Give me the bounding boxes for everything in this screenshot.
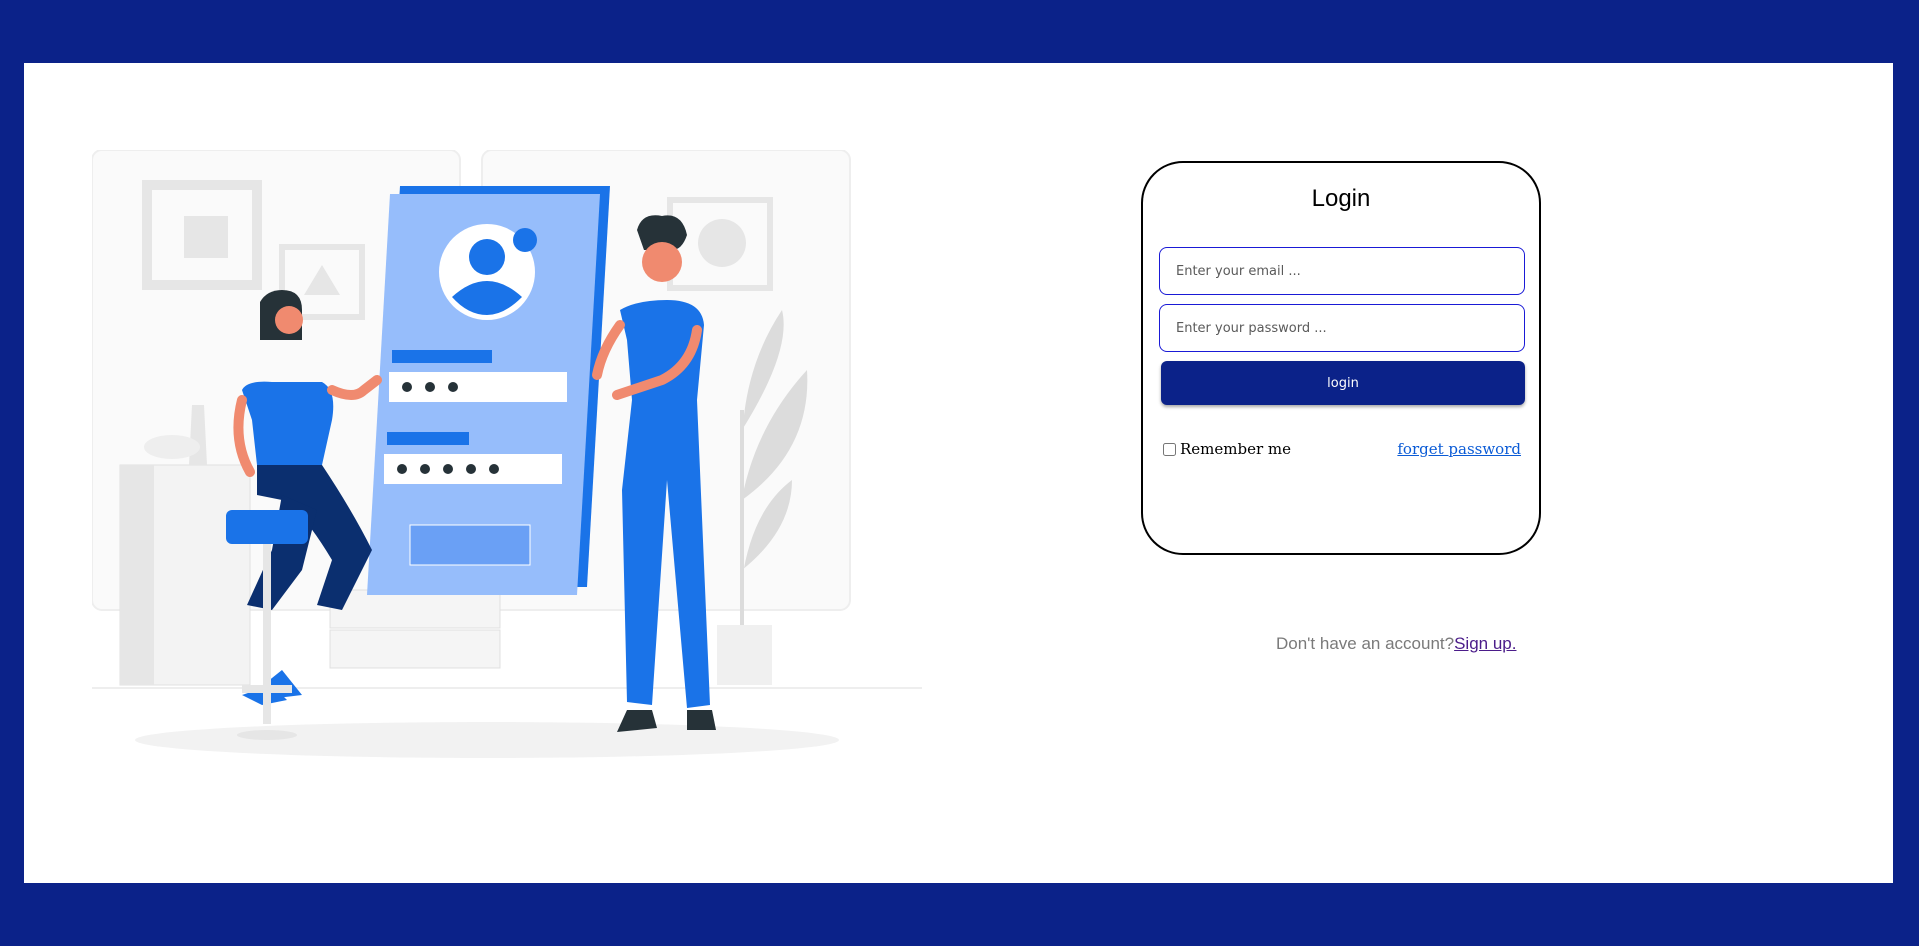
login-button[interactable]: login [1161,361,1525,405]
login-card: Login login Remember me forget password [1141,161,1541,555]
signup-line: Don't have an account?Sign up. [1276,634,1516,654]
remember-me-label: Remember me [1180,440,1292,458]
email-input[interactable] [1159,247,1525,295]
remember-me-checkbox[interactable] [1163,442,1176,456]
forget-password-link[interactable]: forget password [1397,440,1521,458]
login-illustration [92,150,922,758]
signup-prompt: Don't have an account? [1276,634,1455,653]
signup-link[interactable]: Sign up. [1454,634,1516,653]
remember-me[interactable]: Remember me [1163,440,1291,458]
login-title: Login [1311,185,1371,212]
password-input[interactable] [1159,304,1525,352]
